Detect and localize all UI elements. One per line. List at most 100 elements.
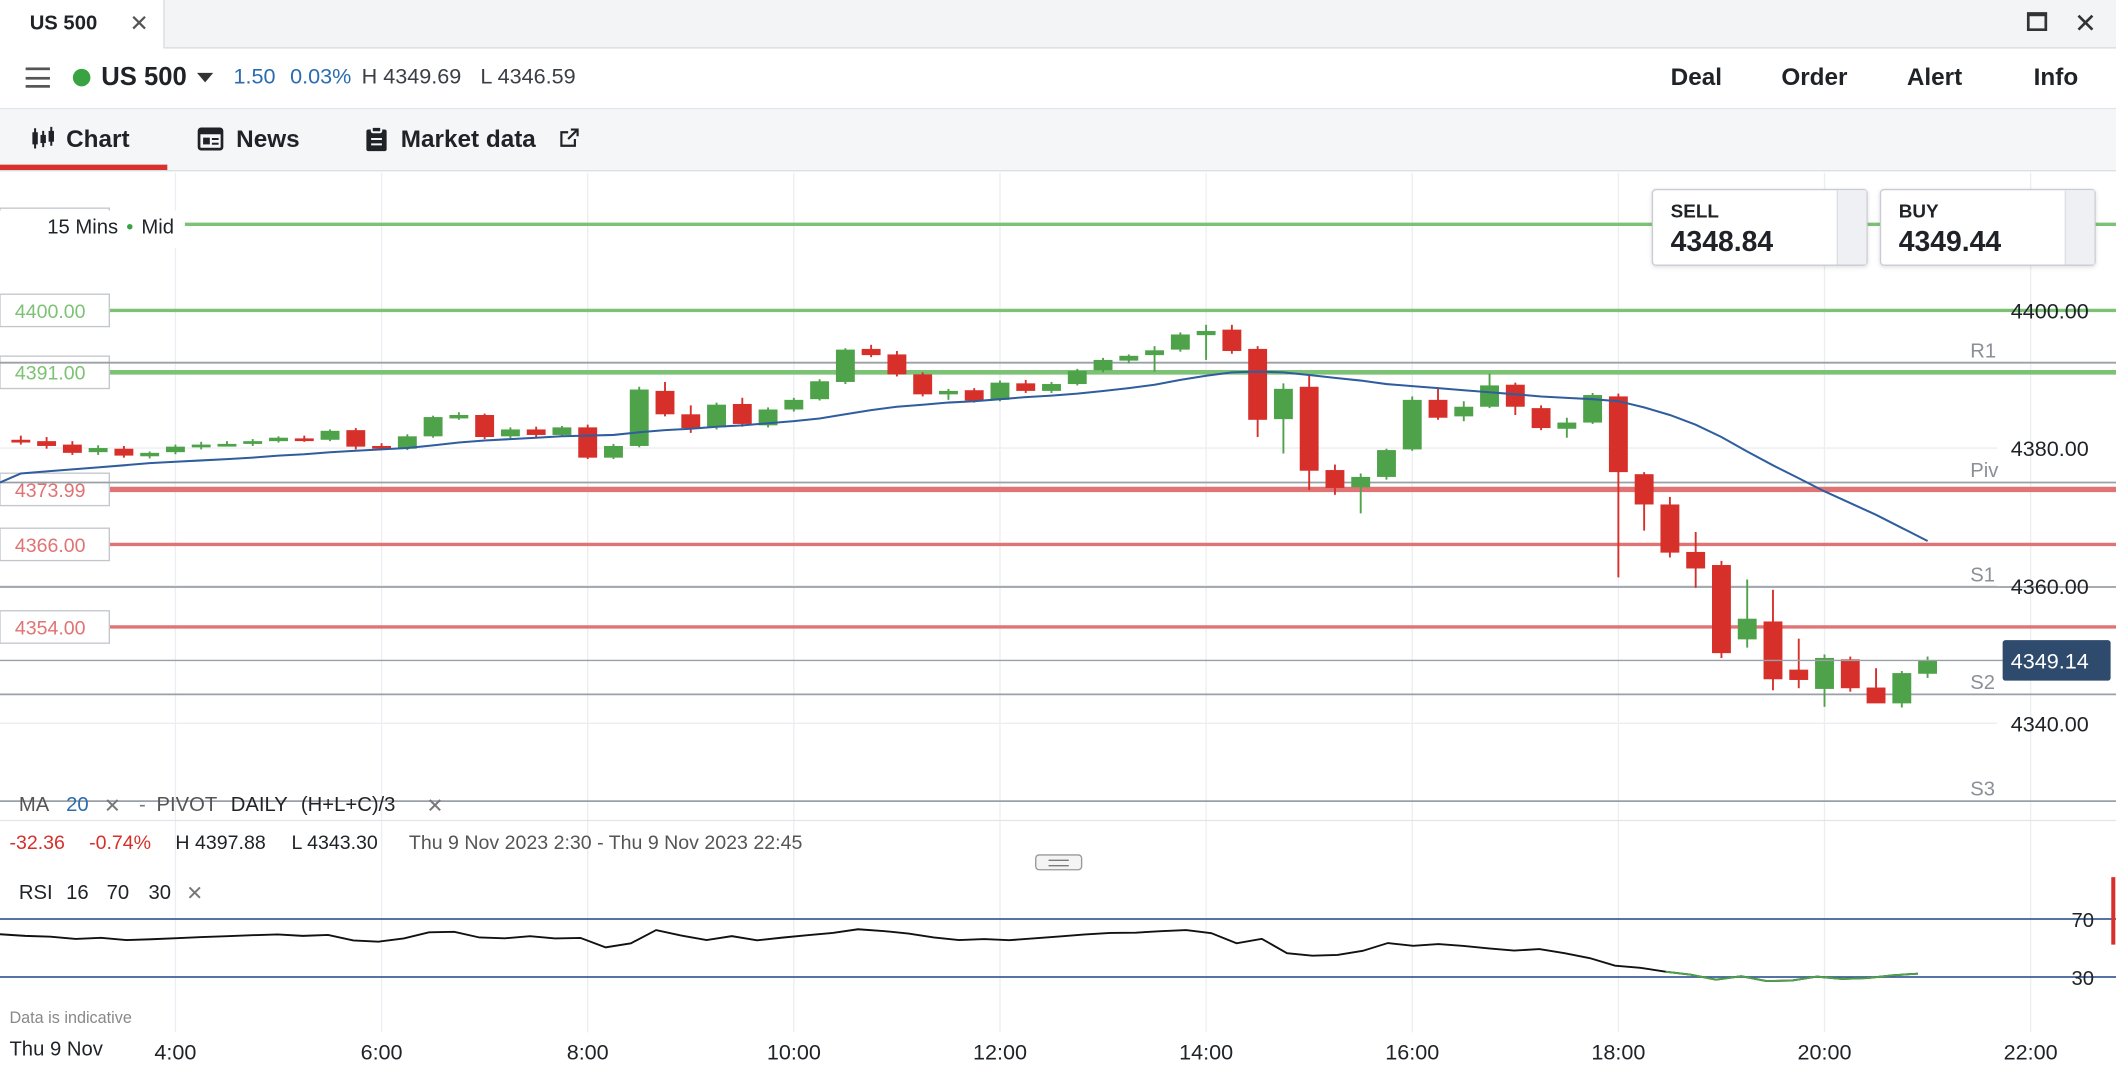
remove-rsi-icon[interactable]: ✕ — [186, 881, 203, 906]
ma-label[interactable]: MA — [19, 794, 49, 817]
tab-market-data[interactable]: Market data — [362, 109, 591, 171]
candle — [11, 439, 31, 443]
rsi-label[interactable]: RSI — [19, 881, 53, 904]
candle — [1016, 383, 1036, 391]
window-close-icon[interactable]: ✕ — [2074, 7, 2097, 41]
candle — [913, 374, 933, 395]
candle — [1686, 551, 1706, 569]
deal-button[interactable]: Deal — [1671, 63, 1722, 91]
price-change: 1.50 — [233, 66, 276, 90]
candle — [552, 427, 572, 435]
market-name[interactable]: US 500 — [101, 63, 187, 93]
tab-close-icon[interactable]: ✕ — [130, 11, 149, 38]
session-low: L 4343.30 — [291, 832, 378, 855]
candle — [604, 445, 623, 458]
candle — [1145, 350, 1165, 356]
x-tick-label: 20:00 — [1798, 1039, 1852, 1064]
pivot-formula[interactable]: (H+L+C)/3 — [301, 794, 396, 817]
separator-dot: • — [126, 215, 134, 239]
price-type[interactable]: Mid — [141, 216, 174, 239]
buy-button[interactable]: BUY 4349.44 — [1879, 188, 2096, 266]
candle — [1402, 399, 1422, 450]
chart-panel[interactable]: 4400.00 4391.00 4373.99 4366.00 4354.00 R1 Pi… — [0, 171, 2116, 1070]
tab-news[interactable]: News — [194, 109, 329, 171]
candle — [1892, 673, 1912, 704]
newspaper-icon — [197, 127, 224, 151]
pivot-label: S1 — [1970, 565, 1995, 587]
candle — [1840, 659, 1860, 689]
x-tick-label: 22:00 — [2004, 1039, 2058, 1064]
remove-ma-icon[interactable]: ✕ — [104, 794, 121, 818]
maximize-icon[interactable] — [2026, 12, 2048, 32]
x-tick-label: 18:00 — [1591, 1039, 1645, 1064]
candle — [938, 390, 958, 395]
y-tick-label: 4360.00 — [2011, 574, 2089, 599]
chart-date: Thu 9 Nov — [9, 1037, 103, 1061]
sell-label: SELL — [1670, 199, 1719, 222]
rsi-tick-label: 30 — [2071, 968, 2094, 990]
rsi-tick-label: 70 — [2071, 910, 2094, 932]
candle — [217, 443, 237, 447]
candle — [1093, 359, 1113, 371]
menu-icon[interactable] — [25, 67, 50, 88]
price-change-percent: 0.03% — [290, 66, 352, 90]
candle — [475, 414, 495, 438]
candle — [88, 448, 108, 453]
candle — [449, 414, 469, 419]
external-link-icon — [560, 128, 579, 147]
price-level-label: 4400.00 — [15, 301, 86, 323]
remove-pivot-icon[interactable]: ✕ — [426, 794, 443, 818]
candle — [887, 354, 907, 375]
market-high: H 4349.69 — [361, 66, 462, 90]
candle — [1119, 355, 1139, 361]
rsi-period[interactable]: 16 — [66, 881, 89, 904]
candle — [269, 437, 288, 442]
candle — [165, 446, 185, 453]
candle — [629, 389, 649, 446]
x-tick-label: 10:00 — [767, 1039, 821, 1064]
window-tab[interactable]: US 500 ✕ — [0, 0, 165, 49]
candle — [1634, 474, 1654, 505]
x-tick-label: 12:00 — [973, 1039, 1027, 1064]
market-header: US 500 1.50 0.03% H 4349.69 L 4346.59 De… — [0, 48, 2116, 110]
ma-period[interactable]: 20 — [66, 794, 89, 817]
x-tick-label: 14:00 — [1179, 1039, 1233, 1064]
candle — [1325, 470, 1345, 488]
pivot-label: R1 — [1970, 340, 1996, 362]
window-tab-label: US 500 — [29, 12, 98, 36]
rsi-upper[interactable]: 70 — [107, 881, 130, 904]
price-level-label: 4391.00 — [15, 363, 86, 385]
candle — [1763, 621, 1783, 680]
tab-chart[interactable]: Chart — [0, 109, 168, 171]
chevron-down-icon[interactable] — [197, 72, 214, 83]
pivot-period[interactable]: DAILY — [231, 794, 288, 817]
alert-button[interactable]: Alert — [1907, 63, 1962, 91]
timeframe-selector[interactable]: 15 Mins • Mid — [0, 210, 185, 249]
legend-dash: - — [138, 793, 146, 817]
candle — [1196, 331, 1216, 336]
candle — [1042, 384, 1061, 391]
candle — [500, 429, 520, 437]
y-tick-label: 4340.00 — [2011, 711, 2089, 736]
rsi-line — [0, 928, 1918, 983]
disclaimer-text: Data is indicative — [9, 1008, 132, 1027]
rsi-lower[interactable]: 30 — [148, 881, 171, 904]
buy-button-strip — [2064, 190, 2095, 265]
pivot-label[interactable]: PIVOT — [157, 794, 218, 817]
panel-resize-handle[interactable] — [1035, 854, 1083, 871]
sell-button[interactable]: SELL 4348.84 — [1651, 188, 1868, 266]
x-tick-label: 6:00 — [361, 1039, 403, 1064]
candle — [1815, 657, 1834, 689]
candle — [1222, 329, 1242, 351]
price-chart[interactable]: 4400.004391.004373.994366.004354.00 R1Pi… — [0, 171, 2116, 1070]
market-low: L 4346.59 — [480, 66, 576, 90]
y-tick-label: 4380.00 — [2011, 436, 2089, 461]
info-button[interactable]: Info — [2034, 63, 2079, 91]
candle — [1377, 450, 1396, 477]
app-window: US 500 ✕ ✕ US 500 1.50 0.03% H 4349.69 L… — [0, 0, 2116, 1070]
candle — [1866, 687, 1886, 704]
order-button[interactable]: Order — [1781, 63, 1847, 91]
candle — [1608, 396, 1628, 473]
timeframe-value[interactable]: 15 Mins — [47, 216, 118, 239]
pivot-label: S3 — [1970, 779, 1995, 801]
